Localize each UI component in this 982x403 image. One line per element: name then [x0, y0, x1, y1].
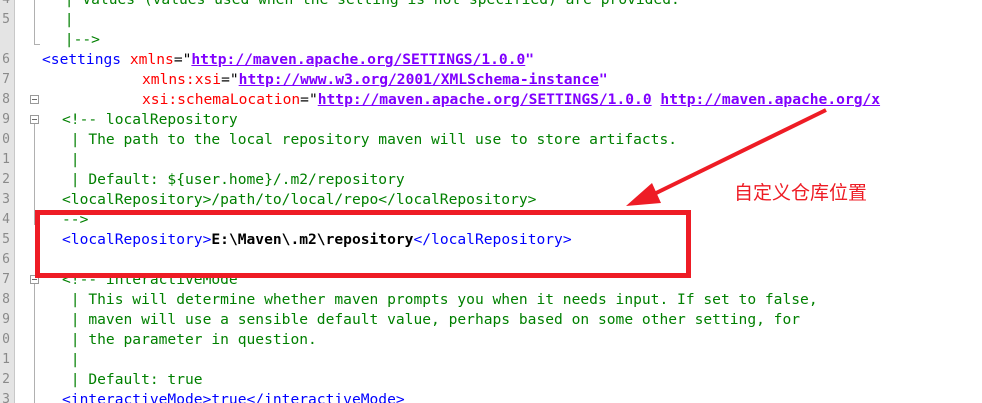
annotation-label: 自定义仓库位置 — [734, 182, 868, 204]
code-editor[interactable]: 45678901234567890123 | Values (values us… — [0, 0, 982, 403]
